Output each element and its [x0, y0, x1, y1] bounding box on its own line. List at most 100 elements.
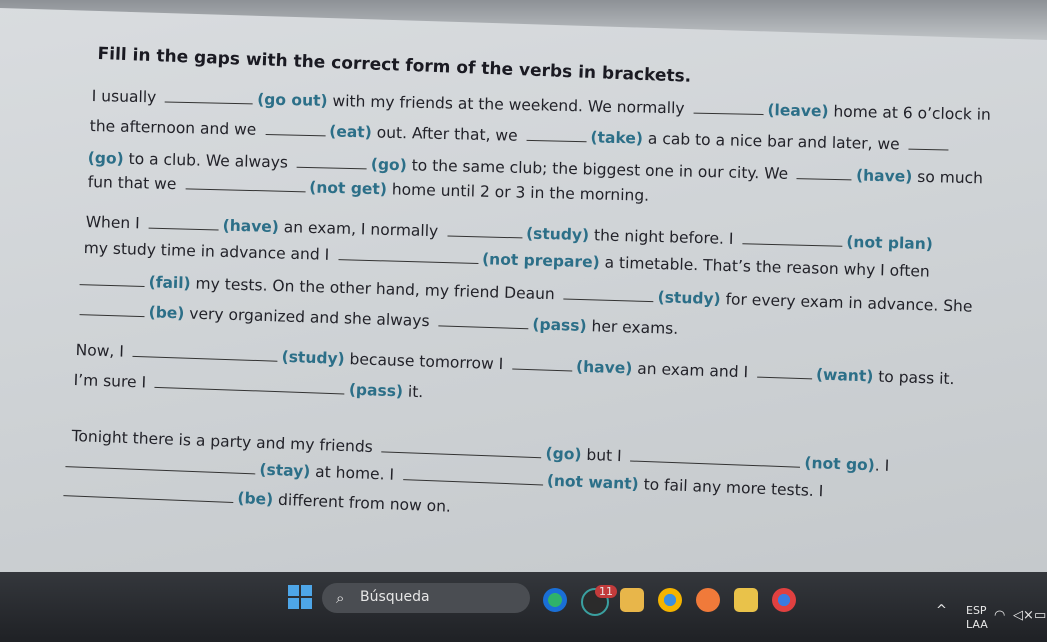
- blank-gap[interactable]: [511, 354, 573, 372]
- sentence-text: to the same club; the biggest one in our…: [406, 156, 794, 184]
- sentence-text: . I: [874, 456, 890, 475]
- blank-gap[interactable]: [796, 164, 853, 181]
- edge-browser-icon[interactable]: [543, 588, 567, 612]
- firefox-icon[interactable]: [696, 588, 720, 612]
- verb-hint: (not plan): [846, 232, 934, 254]
- exercise-title: Fill in the gaps with the correct form o…: [97, 44, 692, 87]
- verb-hint: (pass): [532, 315, 587, 336]
- verb-hint: (go out): [257, 90, 328, 110]
- blank-gap[interactable]: [402, 465, 544, 486]
- verb-hint: (not get): [309, 178, 388, 199]
- verb-hint: (have): [855, 166, 913, 186]
- sentence-text: When I: [85, 212, 145, 233]
- search-icon: ⌕: [336, 589, 345, 607]
- notification-badge: 11: [595, 585, 617, 598]
- blank-gap[interactable]: [165, 87, 254, 105]
- sentence-text: very organized and she always: [184, 304, 435, 331]
- verb-hint: (have): [575, 357, 633, 378]
- windows-start-icon[interactable]: [288, 585, 312, 609]
- sentence-text: it.: [402, 382, 424, 402]
- verb-hint: (study): [281, 347, 345, 368]
- blank-gap[interactable]: [296, 152, 368, 170]
- sentence-text: to pass it.: [873, 367, 955, 389]
- volume-icon[interactable]: ◁×: [1013, 608, 1034, 623]
- blank-gap[interactable]: [630, 446, 801, 468]
- sentence-text: to fail any more tests. I: [638, 475, 824, 501]
- sentence-text: a cab to a nice bar and later, we: [642, 129, 905, 154]
- sentence-text: the afternoon and we: [89, 116, 262, 139]
- sentence-text: an exam, I normally: [278, 218, 444, 241]
- battery-icon[interactable]: ▭: [1034, 608, 1046, 623]
- verb-hint: (pass): [348, 380, 404, 401]
- verb-hint: (go): [545, 444, 582, 464]
- verb-hint: (study): [657, 288, 721, 309]
- blank-gap[interactable]: [63, 481, 234, 503]
- blank-gap[interactable]: [79, 300, 145, 318]
- chevron-up-icon[interactable]: ^: [936, 603, 947, 618]
- exercise-line: (be) different from now on.: [59, 481, 451, 516]
- sentence-text: a timetable. That’s the reason why I oft…: [599, 253, 931, 281]
- blank-gap[interactable]: [338, 245, 479, 265]
- sentence-text: an exam and I: [632, 359, 754, 382]
- blank-gap[interactable]: [79, 270, 145, 288]
- exercise-line: the afternoon and we (eat) out. After th…: [90, 116, 953, 155]
- verb-hint: (study): [525, 224, 590, 245]
- chrome-icon[interactable]: [658, 588, 682, 612]
- sentence-text: for every exam in advance. She: [720, 290, 973, 316]
- verb-hint: (fail): [148, 273, 191, 293]
- browser-icon[interactable]: [772, 588, 796, 612]
- sentence-text: my study time in advance and I: [83, 238, 335, 264]
- verb-hint: (want): [815, 365, 874, 386]
- verb-hint: (leave): [767, 101, 829, 121]
- verb-hint: (be): [148, 303, 185, 323]
- blank-gap[interactable]: [693, 98, 764, 116]
- blank-gap[interactable]: [185, 174, 306, 193]
- sentence-text: with my friends at the weekend. We norma…: [327, 91, 690, 118]
- sentence-text: to a club. We always: [123, 149, 294, 172]
- verb-hint: (have): [222, 216, 280, 237]
- sentence-text: home until 2 or 3 in the morning.: [386, 180, 650, 205]
- sentence-text: I’m sure I: [73, 370, 152, 392]
- blank-gap[interactable]: [148, 213, 219, 231]
- sentence-text: my tests. On the other hand, my friend D…: [190, 274, 560, 304]
- verb-hint: (be): [237, 489, 274, 509]
- blank-gap[interactable]: [132, 341, 278, 362]
- blank-gap[interactable]: [65, 452, 256, 475]
- worksheet: Fill in the gaps with the correct form o…: [0, 0, 1047, 560]
- verb-hint: (go): [87, 148, 124, 168]
- sentence-text: at home. I: [309, 462, 400, 484]
- sentence-text: her exams.: [586, 317, 679, 338]
- blank-gap[interactable]: [265, 119, 326, 137]
- sentence-text: Tonight there is a party and my friends: [71, 426, 379, 457]
- wifi-icon[interactable]: ◠: [994, 608, 1005, 623]
- language-top[interactable]: ESP: [966, 604, 987, 617]
- sentence-text: so much: [912, 167, 984, 188]
- sentence-text: the night before. I: [588, 226, 739, 249]
- file-explorer-icon[interactable]: [734, 588, 758, 612]
- blank-gap[interactable]: [908, 134, 949, 151]
- blank-gap[interactable]: [756, 362, 813, 380]
- blank-gap[interactable]: [381, 437, 542, 459]
- exercise-line: (be) very organized and she always (pass…: [75, 300, 678, 338]
- verb-hint: (go): [370, 155, 407, 175]
- blank-gap[interactable]: [154, 372, 346, 395]
- blank-gap[interactable]: [742, 229, 843, 247]
- sentence-text: I usually: [91, 86, 162, 107]
- verb-hint: (stay): [259, 460, 311, 481]
- blank-gap[interactable]: [438, 311, 529, 330]
- verb-hint: (take): [590, 128, 644, 148]
- sentence-text: because tomorrow I: [344, 349, 509, 374]
- sentence-text: out. After that, we: [371, 123, 523, 145]
- exercise-line: I’m sure I (pass) it.: [73, 370, 423, 401]
- search-placeholder: Búsqueda: [360, 589, 430, 605]
- sentence-text: different from now on.: [272, 490, 452, 516]
- blank-gap[interactable]: [526, 125, 587, 143]
- sentence-text: but I: [581, 445, 627, 466]
- language-bottom[interactable]: LAA: [966, 618, 988, 631]
- blank-gap[interactable]: [563, 284, 654, 303]
- taskbar-search-box[interactable]: ⌕ Búsqueda: [322, 583, 530, 613]
- sentence-text: home at 6 o’clock in: [828, 102, 992, 124]
- blank-gap[interactable]: [446, 221, 523, 239]
- sentence-text: Now, I: [75, 340, 130, 361]
- store-icon[interactable]: [620, 588, 644, 612]
